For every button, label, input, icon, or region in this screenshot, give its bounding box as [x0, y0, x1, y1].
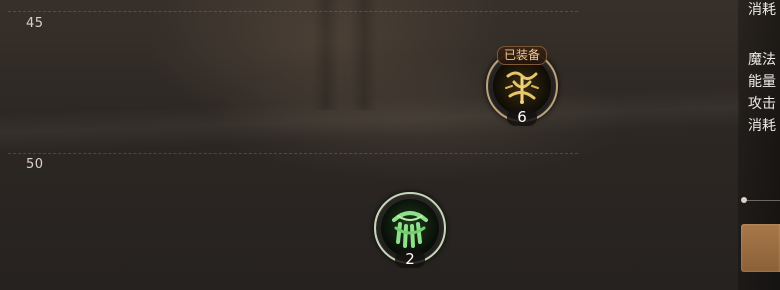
info-line-cost: 消耗 — [748, 118, 776, 134]
golden-rune-icon — [493, 57, 551, 115]
skill-level: 2 — [395, 251, 425, 268]
upgrade-button[interactable] — [741, 224, 780, 272]
skill-node-green-claw[interactable]: 2 — [374, 192, 446, 268]
info-line-magic: 魔法 — [748, 52, 776, 68]
equipped-badge: 已装备 — [496, 46, 548, 65]
info-slider-track — [742, 200, 780, 201]
info-line-cost-top: 消耗 — [748, 2, 776, 18]
info-slider-knob[interactable] — [741, 197, 747, 203]
level-label-45: 45 — [26, 16, 44, 31]
level-label-50: 50 — [26, 157, 44, 172]
skill-node-gold-rune[interactable]: 已装备 6 — [486, 46, 558, 126]
info-line-energy: 能量 — [748, 74, 776, 90]
green-claw-icon — [381, 199, 439, 257]
background-pillar — [312, 0, 340, 110]
level-divider — [8, 153, 578, 154]
skill-level: 6 — [507, 109, 537, 126]
info-line-attack: 攻击 — [748, 96, 776, 112]
background-pillar — [350, 0, 378, 110]
level-divider — [8, 11, 578, 12]
